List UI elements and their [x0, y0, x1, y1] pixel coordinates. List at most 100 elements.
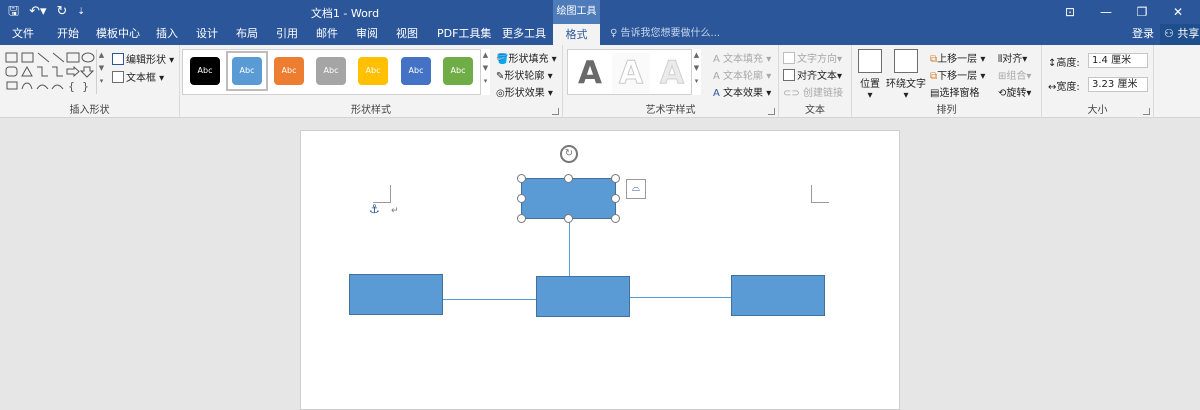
- share-label: 共享: [1177, 27, 1200, 40]
- resize-handle-e[interactable]: [611, 194, 620, 203]
- shape-effects-button[interactable]: ◎形状效果 ▾: [496, 84, 553, 99]
- tab-insert[interactable]: 插入: [156, 24, 178, 45]
- position-icon: [858, 49, 882, 73]
- send-backward-button[interactable]: ⧉下移一层 ▾: [930, 67, 985, 82]
- resize-handle-sw[interactable]: [517, 214, 526, 223]
- tab-pdf-tools[interactable]: PDF工具集: [437, 24, 491, 45]
- tell-me-placeholder: 告诉我您想要做什么...: [620, 28, 721, 39]
- selected-rectangle-shape[interactable]: [521, 178, 616, 219]
- rectangle-shape-center[interactable]: [536, 276, 630, 317]
- text-outline-icon: A: [713, 71, 720, 82]
- group-label-size: 大小: [1087, 105, 1108, 116]
- group-label-wordart: 艺术字样式: [645, 105, 696, 116]
- edit-shape-button[interactable]: 编辑形状 ▾: [112, 51, 174, 66]
- group-objects-button[interactable]: ⊞组合▾: [998, 67, 1031, 82]
- tab-template-center[interactable]: 模板中心: [96, 24, 140, 45]
- align-text-button[interactable]: 对齐文本▾: [783, 67, 842, 82]
- align-text-icon: [783, 69, 795, 81]
- tab-file[interactable]: 文件: [12, 24, 34, 45]
- text-effects-icon: A: [713, 88, 720, 99]
- shape-style-swatch-4[interactable]: Abc: [316, 57, 346, 85]
- connector-right[interactable]: [630, 297, 731, 298]
- tab-mailings[interactable]: 邮件: [316, 24, 338, 45]
- shape-effects-label: 形状效果: [504, 88, 545, 99]
- link-icon: ⊂⊃: [783, 88, 800, 99]
- shape-outline-button[interactable]: ✎形状轮廓 ▾: [496, 67, 553, 82]
- resize-handle-nw[interactable]: [517, 174, 526, 183]
- text-box-button[interactable]: 文本框 ▾: [112, 69, 164, 84]
- create-link-button[interactable]: ⊂⊃ 创建链接: [783, 84, 843, 99]
- minimize-icon[interactable]: —: [1088, 0, 1124, 24]
- anchor-icon[interactable]: ⚓: [369, 202, 380, 216]
- tab-format[interactable]: 格式: [553, 24, 600, 45]
- selection-pane-button[interactable]: ▤选择窗格: [930, 84, 979, 99]
- edit-shape-icon: [112, 53, 124, 65]
- send-backward-label: 下移一层: [937, 71, 978, 82]
- tab-review[interactable]: 审阅: [356, 24, 378, 45]
- document-page[interactable]: ⚓ ↵ ↻ ⌓: [300, 130, 900, 410]
- shape-style-swatch-5[interactable]: Abc: [358, 57, 388, 85]
- tab-design[interactable]: 设计: [196, 24, 218, 45]
- shape-styles-launcher-icon[interactable]: [552, 108, 559, 115]
- margin-corner-top-left: [373, 185, 391, 203]
- wordart-launcher-icon[interactable]: [768, 108, 775, 115]
- shape-style-swatch-1[interactable]: Abc: [190, 57, 220, 85]
- tab-references[interactable]: 引用: [276, 24, 298, 45]
- wordart-gallery-scroll[interactable]: ▲ ▼ ▾: [691, 49, 701, 95]
- restore-icon[interactable]: ❐: [1124, 0, 1160, 24]
- size-launcher-icon[interactable]: [1143, 108, 1150, 115]
- shape-style-swatch-7[interactable]: Abc: [443, 57, 473, 85]
- shapes-gallery[interactable]: {}: [4, 51, 102, 93]
- width-label-row: ↔宽度:: [1048, 78, 1080, 93]
- tab-view[interactable]: 视图: [396, 24, 418, 45]
- ribbon-display-options-icon[interactable]: ⊡: [1052, 0, 1088, 24]
- height-label: 高度:: [1056, 58, 1080, 69]
- tab-layout[interactable]: 布局: [236, 24, 258, 45]
- wordart-style-3[interactable]: A: [653, 53, 691, 93]
- text-effects-button[interactable]: A 文本效果 ▾: [713, 84, 771, 99]
- lightbulb-icon: ♀: [610, 28, 618, 39]
- text-fill-label: 文本填充: [723, 54, 764, 65]
- shape-style-gallery-scroll[interactable]: ▲ ▼ ▾: [480, 49, 490, 95]
- shape-fill-button[interactable]: 🪣形状填充 ▾: [496, 50, 557, 65]
- group-objects-label: 组合: [1006, 71, 1027, 82]
- shape-style-swatch-6[interactable]: Abc: [401, 57, 431, 85]
- layout-options-icon[interactable]: ⌓: [626, 179, 646, 199]
- rectangle-shape-right[interactable]: [731, 275, 825, 316]
- window-controls: ⊡ — ❐ ✕: [1052, 0, 1196, 24]
- shapes-gallery-scroll[interactable]: ▲ ▼ ▾: [96, 49, 106, 94]
- svg-text:{: {: [68, 80, 75, 93]
- shape-style-swatch-2[interactable]: Abc: [232, 57, 262, 85]
- rotate-button[interactable]: ⟲旋转▾: [998, 84, 1031, 99]
- tab-more-tools[interactable]: 更多工具: [502, 24, 546, 45]
- position-button[interactable]: 位置 ▾: [858, 49, 882, 101]
- rotation-handle-icon[interactable]: ↻: [560, 145, 578, 163]
- sign-in-link[interactable]: 登录: [1132, 24, 1154, 44]
- resize-handle-ne[interactable]: [611, 174, 620, 183]
- wordart-style-2[interactable]: A: [612, 53, 650, 93]
- width-input[interactable]: 3.23 厘米: [1088, 77, 1148, 92]
- text-outline-button[interactable]: A 文本轮廓 ▾: [713, 67, 771, 82]
- text-fill-button[interactable]: A 文本填充 ▾: [713, 50, 771, 65]
- resize-handle-s[interactable]: [564, 214, 573, 223]
- group-label-text: 文本: [805, 105, 825, 116]
- group-wordart-styles: A A A ▲ ▼ ▾ A 文本填充 ▾ A 文本轮廓 ▾ A 文本效果 ▾ 艺术字…: [563, 45, 779, 118]
- wordart-style-1[interactable]: A: [571, 53, 609, 93]
- height-input[interactable]: 1.4 厘米: [1088, 53, 1148, 68]
- resize-handle-w[interactable]: [517, 194, 526, 203]
- connector-left[interactable]: [443, 299, 537, 300]
- rectangle-shape-left[interactable]: [349, 274, 443, 315]
- shape-style-swatch-3[interactable]: Abc: [274, 57, 304, 85]
- share-button[interactable]: ⚇ 共享: [1160, 24, 1200, 45]
- close-icon[interactable]: ✕: [1160, 0, 1196, 24]
- bring-forward-button[interactable]: ⧉上移一层 ▾: [930, 50, 985, 65]
- resize-handle-n[interactable]: [564, 174, 573, 183]
- wrap-text-button[interactable]: 环绕文字 ▾: [886, 49, 926, 101]
- tell-me-search[interactable]: ♀ 告诉我您想要做什么...: [610, 24, 720, 45]
- text-direction-button[interactable]: 文字方向▾: [783, 50, 842, 65]
- resize-handle-se[interactable]: [611, 214, 620, 223]
- tab-home[interactable]: 开始: [57, 24, 79, 45]
- margin-corner-top-right: [811, 185, 829, 203]
- align-button[interactable]: ⫴对齐▾: [998, 50, 1027, 65]
- connector-vertical[interactable]: [569, 219, 570, 277]
